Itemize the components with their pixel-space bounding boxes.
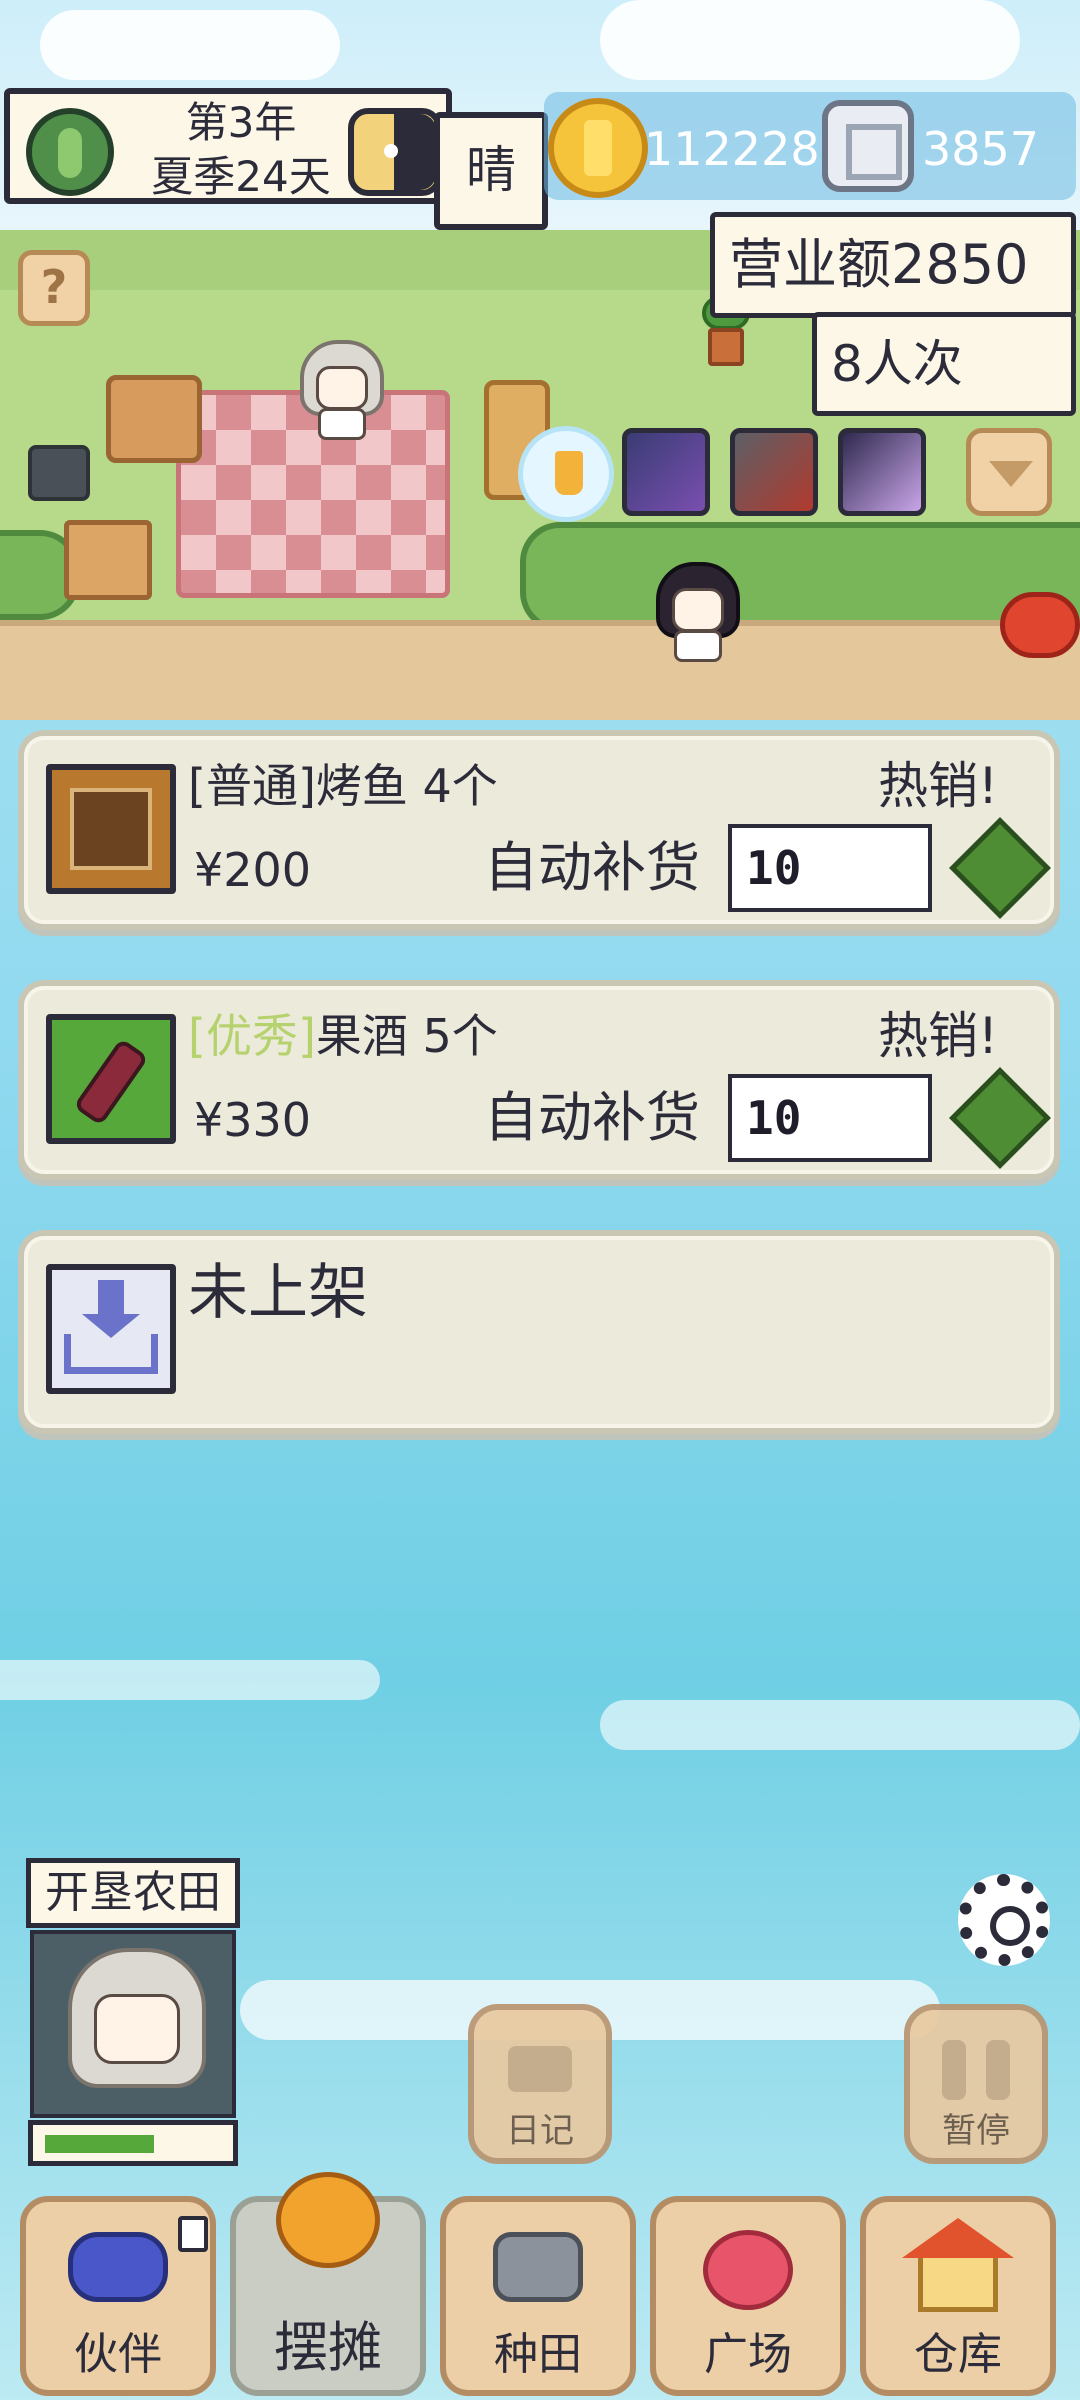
warehouse-icon [918,2252,998,2312]
grilled-fish-icon [46,764,176,894]
hot-sale-badge: 热销! [878,1007,999,1065]
put-on-shelf-icon [46,1264,176,1394]
customer-count: 8人次 [812,312,1076,416]
dirt-path [0,620,1080,720]
card-badge-icon [178,2216,208,2252]
potion-icon[interactable] [838,428,926,516]
price-label: ¥200 [194,843,312,897]
time-of-day-icon [348,108,442,196]
cooking-pot [28,445,90,501]
weather-label: 晴 [434,112,548,230]
fruit-wine-icon [46,1014,176,1144]
partner-icon [68,2232,168,2302]
watering-can-icon [493,2232,583,2302]
dish-icon [70,788,152,870]
quest-progress-fill [45,2135,154,2153]
basket [106,375,202,463]
quality-tag: [优秀] [188,1009,316,1063]
card-frame [24,1236,1054,1428]
coin-icon [548,98,648,198]
hedge [520,522,1080,632]
nav-tab-partner[interactable]: 伙伴 [20,2196,216,2396]
pause-button[interactable]: 暂停 [904,2004,1048,2164]
item-name: 果酒 5个 [315,1009,498,1063]
empty-goods-slot[interactable]: 未上架 [18,1230,1060,1434]
nav-label: 广场 [704,2329,792,2380]
hot-sale-badge: 热销! [878,757,999,815]
diary-button[interactable]: 日记 [468,2004,612,2164]
nav-label: 种田 [494,2329,582,2380]
date-panel: 第3年 夏季24天 [4,88,452,204]
pause-label: 暂停 [942,2111,1010,2151]
auto-restock-label: 自动补货 [484,836,700,899]
auto-restock-label: 自动补货 [484,1086,700,1149]
companion-portrait [30,1930,236,2118]
help-button[interactable]: ? [18,250,90,326]
red-flower [1000,592,1080,692]
roof-icon [902,2218,1014,2258]
tray [64,1334,158,1374]
petal [1000,592,1080,658]
hammer-icon[interactable] [730,428,818,516]
goods-card[interactable]: [普通]烤鱼 4个 热销! ¥200 自动补货 [18,730,1060,930]
stall-icon [276,2172,380,2268]
juice-bubble-icon[interactable] [518,426,614,522]
quest-card[interactable]: 开垦农田 [26,1858,240,2170]
pause-icon [986,2040,1010,2100]
coin-count: 112228 [644,122,820,176]
pause-icon [942,2040,966,2100]
nav-label: 摆摊 [274,2316,382,2379]
bottle-icon [72,1037,150,1127]
cloud [600,1700,1080,1750]
face [672,588,724,632]
nav-label: 伙伴 [74,2329,162,2380]
quality-tag: [普通] [188,759,316,813]
quest-progress-bar [28,2120,238,2166]
arrow-stem [98,1280,124,1316]
nav-tab-warehouse[interactable]: 仓库 [860,2196,1056,2396]
shopkeeper-character[interactable] [300,340,384,440]
chevron-down-icon[interactable] [966,428,1052,516]
nav-label: 仓库 [914,2329,1002,2380]
goods-name: [优秀]果酒 5个 [188,1008,498,1064]
gem-count: 3857 [922,122,1040,176]
cloud [0,1660,380,1700]
not-listed-label: 未上架 [188,1258,368,1328]
silver-gem-icon [822,100,914,192]
restock-quantity-input[interactable] [728,824,932,912]
body [674,630,722,662]
goods-card[interactable]: [优秀]果酒 5个 热销! ¥330 自动补货 [18,980,1060,1180]
magic-wand-icon[interactable] [622,428,710,516]
flower-pot [708,328,744,366]
nav-tab-farming[interactable]: 种田 [440,2196,636,2396]
nav-tab-plaza[interactable]: 广场 [650,2196,846,2396]
face [316,366,368,410]
revenue-label: 营业额2850 [710,212,1076,318]
body [318,408,366,440]
restock-quantity-input[interactable] [728,1074,932,1162]
goods-name: [普通]烤鱼 4个 [188,758,498,814]
cloud [40,10,340,80]
nav-tab-stall[interactable]: 摆摊 [230,2172,426,2396]
date-text: 第3年 夏季24天 [130,96,352,204]
carrot-sign [64,520,152,600]
price-label: ¥330 [194,1093,312,1147]
bottom-nav: 伙伴 摆摊 种田 广场 仓库 [0,2172,1080,2400]
question-icon: ? [40,260,68,314]
avatar-face [94,1994,180,2064]
season-globe-icon [26,108,114,196]
flower-icon [703,2230,793,2310]
cloud [600,0,1020,80]
gear-icon[interactable] [958,1874,1050,1966]
item-name: 烤鱼 4个 [315,759,498,813]
diary-icon [508,2046,572,2092]
quest-title: 开垦农田 [26,1858,240,1928]
season-day-label: 夏季24天 [151,152,331,201]
year-label: 第3年 [185,98,297,147]
customer-character[interactable] [656,562,740,662]
diary-label: 日记 [506,2111,574,2151]
